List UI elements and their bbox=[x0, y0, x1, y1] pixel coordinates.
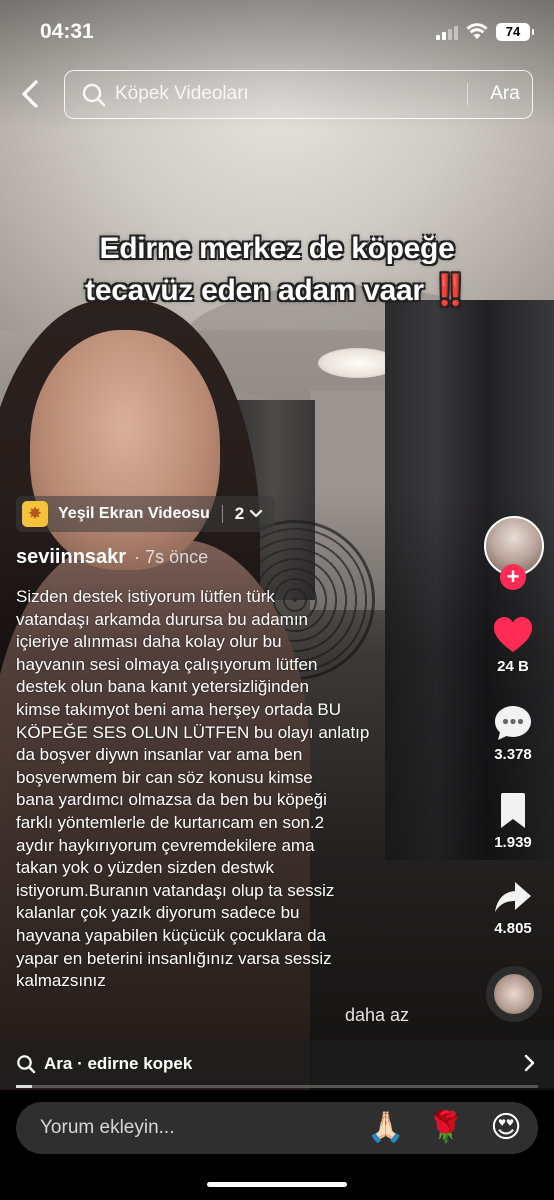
share-arrow-icon bbox=[495, 882, 531, 912]
description-line: takan yok o yüzden sizden destwk bbox=[16, 858, 274, 878]
description-line: farklı yöntemlerle de kurtarıcam en son.… bbox=[16, 812, 325, 832]
description-line: kalanlar çok yazık diyorum sadece bu bbox=[16, 903, 300, 923]
search-suggestion-text: Ara · edirne kopek bbox=[44, 1054, 193, 1073]
comment-input[interactable]: Yorum ekleyin... 🙏🏻 🌹 😍 bbox=[16, 1102, 538, 1154]
share-action[interactable]: 4.805 bbox=[480, 880, 546, 937]
status-time: 04:31 bbox=[40, 20, 94, 43]
comment-area: Yorum ekleyin... 🙏🏻 🌹 😍 bbox=[0, 1090, 554, 1200]
comment-placeholder: Yorum ekleyin... bbox=[40, 1117, 175, 1138]
search-icon bbox=[82, 83, 106, 107]
quick-emoji-heart-eyes[interactable]: 😍 bbox=[486, 1110, 526, 1146]
effect-count: 2 bbox=[234, 504, 245, 523]
search-icon bbox=[17, 1055, 36, 1074]
search-input[interactable]: Köpek Videoları bbox=[115, 71, 455, 117]
description-line: yapar en beterini insanlığınız varsa ses… bbox=[16, 948, 332, 968]
status-bar: 04:31 74 bbox=[0, 0, 554, 62]
bookmark-icon bbox=[501, 793, 525, 828]
description-line: hayvanın sesi olmaya çalışıyorum lütfen bbox=[16, 654, 318, 674]
description-line: aydır haykırıyorum çevremdekilere ama bbox=[16, 835, 315, 855]
green-screen-effect-icon: ✸ bbox=[22, 501, 48, 527]
description-line: kalmazsınız bbox=[16, 971, 106, 991]
battery-indicator: 74 bbox=[496, 23, 534, 41]
video-caption: Edirne merkez de köpeğe tecavüz eden ada… bbox=[40, 228, 514, 312]
search-suggestion-bar[interactable]: Ara · edirne kopek bbox=[0, 1040, 554, 1088]
post-time: · 7s önce bbox=[134, 547, 209, 567]
effect-chip[interactable]: ✸ Yeşil Ekran Videosu 2 bbox=[16, 496, 276, 532]
description-line: boşverwmem bir can söz konusu kimse bbox=[16, 767, 313, 787]
music-disc-icon[interactable] bbox=[486, 966, 542, 1022]
like-action[interactable]: 24 B bbox=[480, 616, 546, 675]
share-count: 4.805 bbox=[494, 920, 532, 937]
like-count: 24 B bbox=[497, 658, 529, 675]
search-divider bbox=[467, 83, 468, 105]
comment-action[interactable]: 3.378 bbox=[480, 704, 546, 763]
show-less-link[interactable]: daha az bbox=[345, 1005, 409, 1026]
description-line: hayvana yapabilen küçücük çocuklara da bbox=[16, 925, 326, 945]
author-username[interactable]: seviinnsakr bbox=[16, 546, 126, 569]
chevron-right-icon bbox=[524, 1054, 536, 1077]
video-progress-fill bbox=[16, 1085, 32, 1088]
description-line: Sizden destek istiyorum lütfen türk bbox=[16, 587, 275, 606]
description-line: vatandaşı arkamda durursa bu adamın bbox=[16, 609, 309, 629]
description-line: içieriye alınması daha kolay olur bu bbox=[16, 632, 282, 652]
heart-icon bbox=[494, 617, 532, 652]
double-exclamation-icon: ‼️ bbox=[431, 274, 469, 307]
quick-emoji-pray[interactable]: 🙏🏻 bbox=[366, 1110, 406, 1146]
description-line: destek olun bana kanıt yetersizliğinden bbox=[16, 677, 309, 697]
wifi-icon bbox=[466, 23, 488, 39]
quick-emoji-rose[interactable]: 🌹 bbox=[426, 1110, 466, 1146]
home-indicator bbox=[207, 1182, 347, 1187]
video-progress-bar[interactable] bbox=[16, 1085, 538, 1088]
cellular-signal-icon bbox=[436, 26, 458, 40]
caption-line-2: tecavüz eden adam vaar ‼️ bbox=[40, 270, 514, 312]
back-button[interactable] bbox=[16, 78, 46, 110]
description-line: da boşver diywn insanlar var ama ben bbox=[16, 745, 303, 765]
chevron-down-icon bbox=[249, 506, 263, 522]
search-submit-button[interactable]: Ara bbox=[477, 71, 533, 117]
description-line: kimse takımyot beni ama herşey ortada BU bbox=[16, 699, 342, 719]
description-line: bana yardımcı olmazsa da ben bu köpeği bbox=[16, 790, 327, 810]
save-count: 1.939 bbox=[494, 834, 532, 851]
speech-bubble-icon bbox=[495, 706, 531, 740]
author-row: seviinnsakr · 7s önce bbox=[16, 546, 208, 574]
comment-count: 3.378 bbox=[494, 746, 532, 763]
caption-line-2-text: tecavüz eden adam vaar bbox=[85, 274, 424, 307]
follow-button[interactable]: + bbox=[500, 564, 526, 590]
description-line: KÖPEĞE SES OLUN LÜTFEN bu olayı anlatıp bbox=[16, 722, 370, 742]
effect-label: Yeşil Ekran Videosu bbox=[58, 505, 210, 522]
caption-line-1: Edirne merkez de köpeğe bbox=[99, 232, 455, 265]
search-bar[interactable]: Köpek Videoları Ara bbox=[64, 70, 533, 119]
description-line: istiyorum.Buranın vatandaşı olup ta sess… bbox=[16, 880, 335, 900]
post-description: Sizden destek istiyorum lütfen türk vatan… bbox=[16, 586, 416, 993]
save-action[interactable]: 1.939 bbox=[480, 792, 546, 851]
effect-divider bbox=[221, 505, 223, 523]
